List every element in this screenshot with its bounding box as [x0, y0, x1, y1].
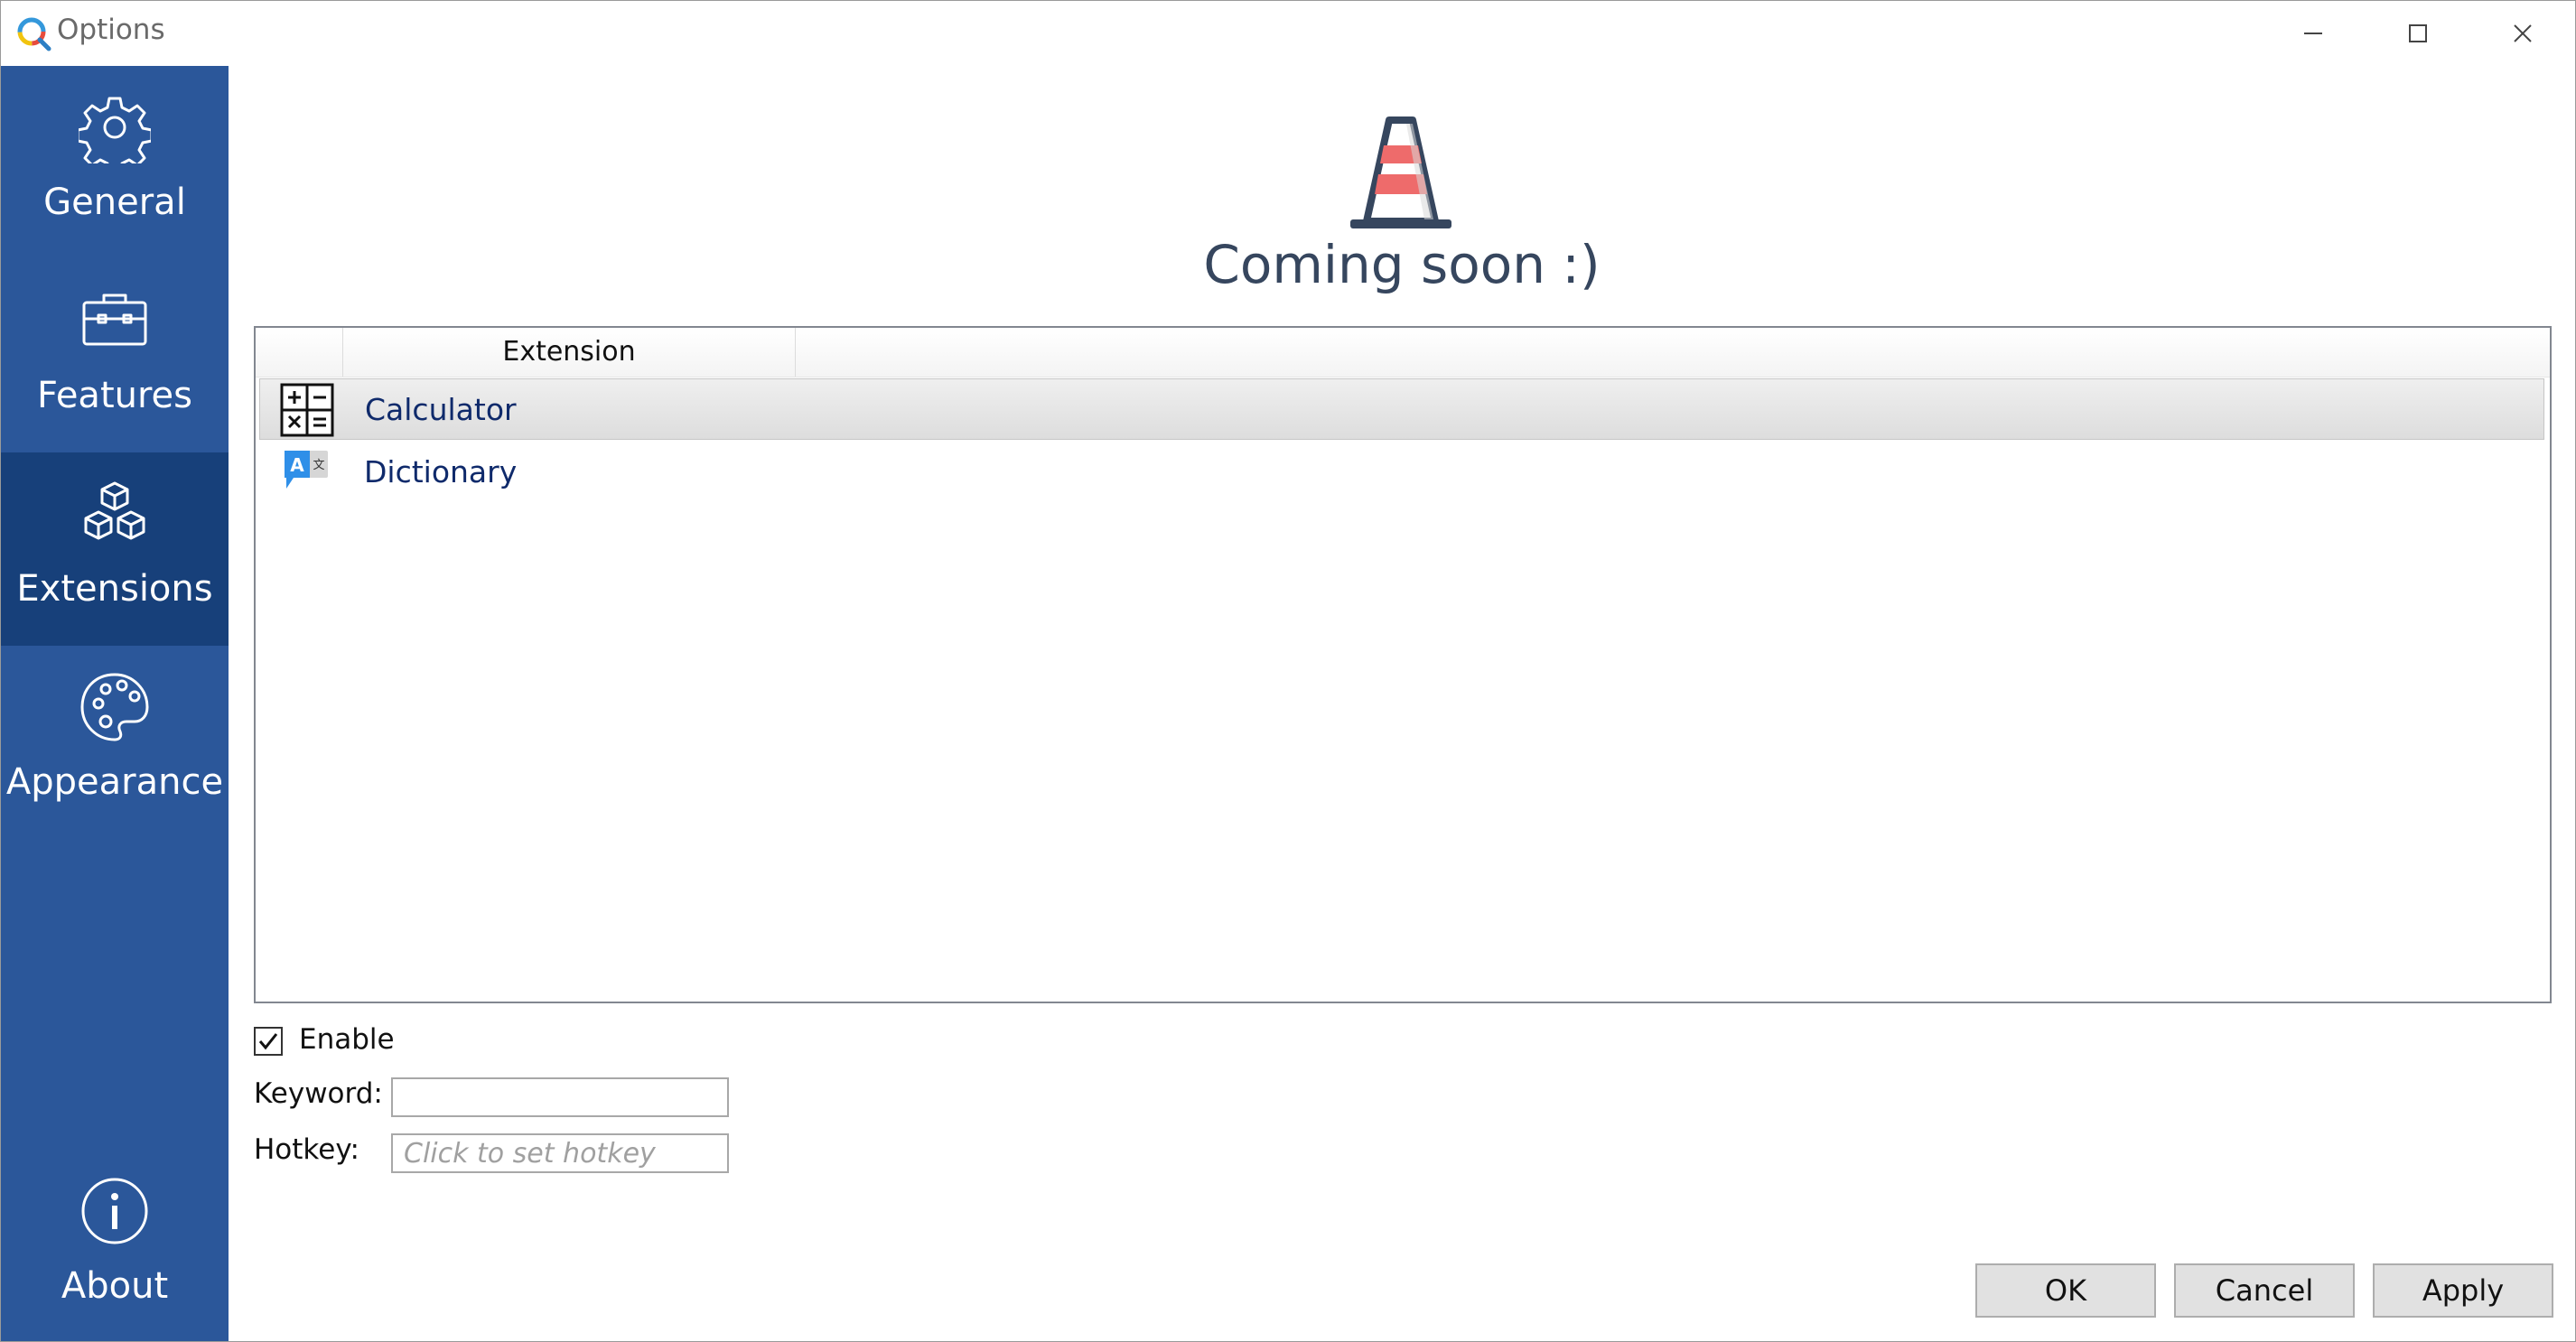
minimize-button[interactable]	[2261, 1, 2366, 66]
hotkey-input[interactable]	[391, 1133, 729, 1173]
toolbox-icon	[82, 294, 147, 346]
extensions-panel: Coming soon :) Extension Calculator A 文 …	[229, 66, 2575, 1341]
close-button[interactable]	[2470, 1, 2575, 66]
cancel-button[interactable]: Cancel	[2174, 1263, 2355, 1318]
sidebar-item-general[interactable]: General	[1, 66, 229, 259]
extensions-list[interactable]: Extension Calculator A 文 Dictionary	[254, 326, 2552, 1003]
sidebar-item-label: Appearance	[5, 761, 224, 803]
hotkey-label: Hotkey:	[254, 1133, 359, 1166]
gear-icon	[79, 97, 151, 163]
sidebar-item-label: About	[61, 1265, 169, 1307]
info-icon	[81, 1178, 148, 1244]
cubes-icon	[84, 481, 145, 540]
close-icon	[2514, 24, 2532, 42]
checkmark-icon	[258, 1033, 278, 1050]
coming-soon-text: Coming soon :)	[1203, 234, 1601, 295]
sidebar-item-label: General	[43, 182, 186, 223]
sidebar-item-about[interactable]: About	[1, 1150, 229, 1341]
maximize-icon	[2409, 24, 2427, 42]
list-header: Extension	[256, 328, 2550, 377]
ok-button[interactable]: OK	[1975, 1263, 2156, 1318]
palette-icon	[80, 673, 149, 741]
list-item-calculator[interactable]: Calculator	[259, 378, 2544, 440]
sidebar-item-label: Extensions	[16, 568, 213, 610]
svg-text:文: 文	[313, 459, 324, 472]
header-icon-column[interactable]	[256, 328, 343, 377]
enable-label: Enable	[299, 1023, 395, 1056]
list-item-label: Calculator	[365, 392, 517, 427]
header-extension-column[interactable]: Extension	[343, 328, 796, 377]
keyword-input[interactable]	[391, 1077, 729, 1117]
keyword-label: Keyword:	[254, 1077, 383, 1110]
sidebar-item-extensions[interactable]: Extensions	[1, 452, 229, 646]
options-window: Options General Features Extensions Appe…	[0, 0, 2576, 1342]
sidebar-item-features[interactable]: Features	[1, 259, 229, 452]
list-item-dictionary[interactable]: A 文 Dictionary	[259, 442, 2544, 503]
title-bar: Options	[1, 1, 2575, 67]
minimize-icon	[2304, 33, 2322, 34]
sidebar-item-label: Features	[37, 375, 192, 416]
sidebar-item-appearance[interactable]: Appearance	[1, 646, 229, 839]
sidebar: General Features Extensions Appearance A…	[1, 66, 229, 1341]
list-item-label: Dictionary	[364, 454, 518, 489]
translate-icon: A 文	[285, 451, 328, 489]
traffic-cone-icon	[1350, 116, 1451, 228]
checkbox-box[interactable]	[254, 1027, 283, 1056]
svg-text:A: A	[290, 454, 304, 476]
apply-button[interactable]: Apply	[2373, 1263, 2553, 1318]
calculator-icon	[280, 383, 334, 437]
maximize-button[interactable]	[2366, 1, 2470, 66]
app-logo-icon	[17, 17, 51, 51]
window-title: Options	[57, 14, 165, 46]
